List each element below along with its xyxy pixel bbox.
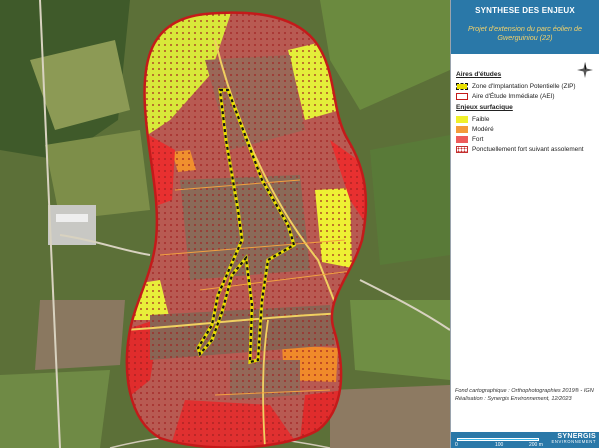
legend-row-zip: Zone d'Implantation Potentielle (ZIP) xyxy=(456,81,596,91)
panel-header: SYNTHESE DES ENJEUX Projet d'extension d… xyxy=(451,0,599,54)
zip-swatch xyxy=(456,82,468,90)
map-canvas xyxy=(0,0,450,448)
credits-source: Fond cartographique : Orthophotographies… xyxy=(455,388,594,394)
legend-fort-label: Fort xyxy=(472,135,484,143)
map-view[interactable] xyxy=(0,0,450,448)
legend-study-areas-title: Aires d'études xyxy=(456,71,502,78)
dots-swatch xyxy=(456,145,468,153)
legend-panel: SYNTHESE DES ENJEUX Projet d'extension d… xyxy=(450,0,599,448)
fort-swatch xyxy=(456,135,468,143)
field-bottom-right xyxy=(330,385,450,448)
scale-label-mid: 100 xyxy=(495,442,504,448)
legend-row-dots: Ponctuellement fort suivant assolement xyxy=(456,144,596,154)
legend-dots-label: Ponctuellement fort suivant assolement xyxy=(472,145,584,153)
panel-title: SYNTHESE DES ENJEUX xyxy=(475,6,575,15)
legend-row-modere: Modéré xyxy=(456,124,596,134)
aei-swatch xyxy=(456,92,468,100)
legend-modere-label: Modéré xyxy=(472,125,494,133)
map-credits: Fond cartographique : Orthophotographies… xyxy=(455,387,597,403)
field-southwest xyxy=(35,300,125,370)
logo-tagline: ENVIRONNEMENT xyxy=(551,439,596,444)
scale-label-start: 0 xyxy=(455,442,458,448)
map-figure: SYNTHESE DES ENJEUX Projet d'extension d… xyxy=(0,0,599,448)
faible-swatch xyxy=(456,115,468,123)
scale-label-end: 200 m xyxy=(529,442,543,448)
field-south-west-2 xyxy=(0,370,110,448)
legend-row-faible: Faible xyxy=(456,114,596,124)
legend-aei-label: Aire d'Étude Immédiate (AEI) xyxy=(472,92,555,100)
farm-roof xyxy=(56,214,88,222)
legend-zip-label: Zone d'Implantation Potentielle (ZIP) xyxy=(472,82,576,90)
legend-row-fort: Fort xyxy=(456,134,596,144)
synergis-logo: SYNERGIS ENVIRONNEMENT xyxy=(551,433,596,444)
credits-author: Réalisation : Synergis Environnement, 12… xyxy=(455,396,572,402)
modere-swatch xyxy=(456,125,468,133)
field-southeast xyxy=(350,300,450,380)
farm-buildings xyxy=(48,205,96,245)
footer-bar: 0 100 200 m SYNERGIS ENVIRONNEMENT xyxy=(451,432,599,448)
legend-row-aei: Aire d'Étude Immédiate (AEI) xyxy=(456,91,596,101)
field-east xyxy=(370,135,450,265)
scale-bar: 0 100 200 m xyxy=(455,435,545,448)
panel-subtitle: Projet d'extension du parc éolien de Gwe… xyxy=(467,24,583,42)
legend-faible-label: Faible xyxy=(472,115,490,123)
legend: Aires d'études Zone d'Implantation Poten… xyxy=(456,68,596,154)
legend-surface-title: Enjeux surfacique xyxy=(456,104,513,111)
scale-line xyxy=(457,438,539,441)
